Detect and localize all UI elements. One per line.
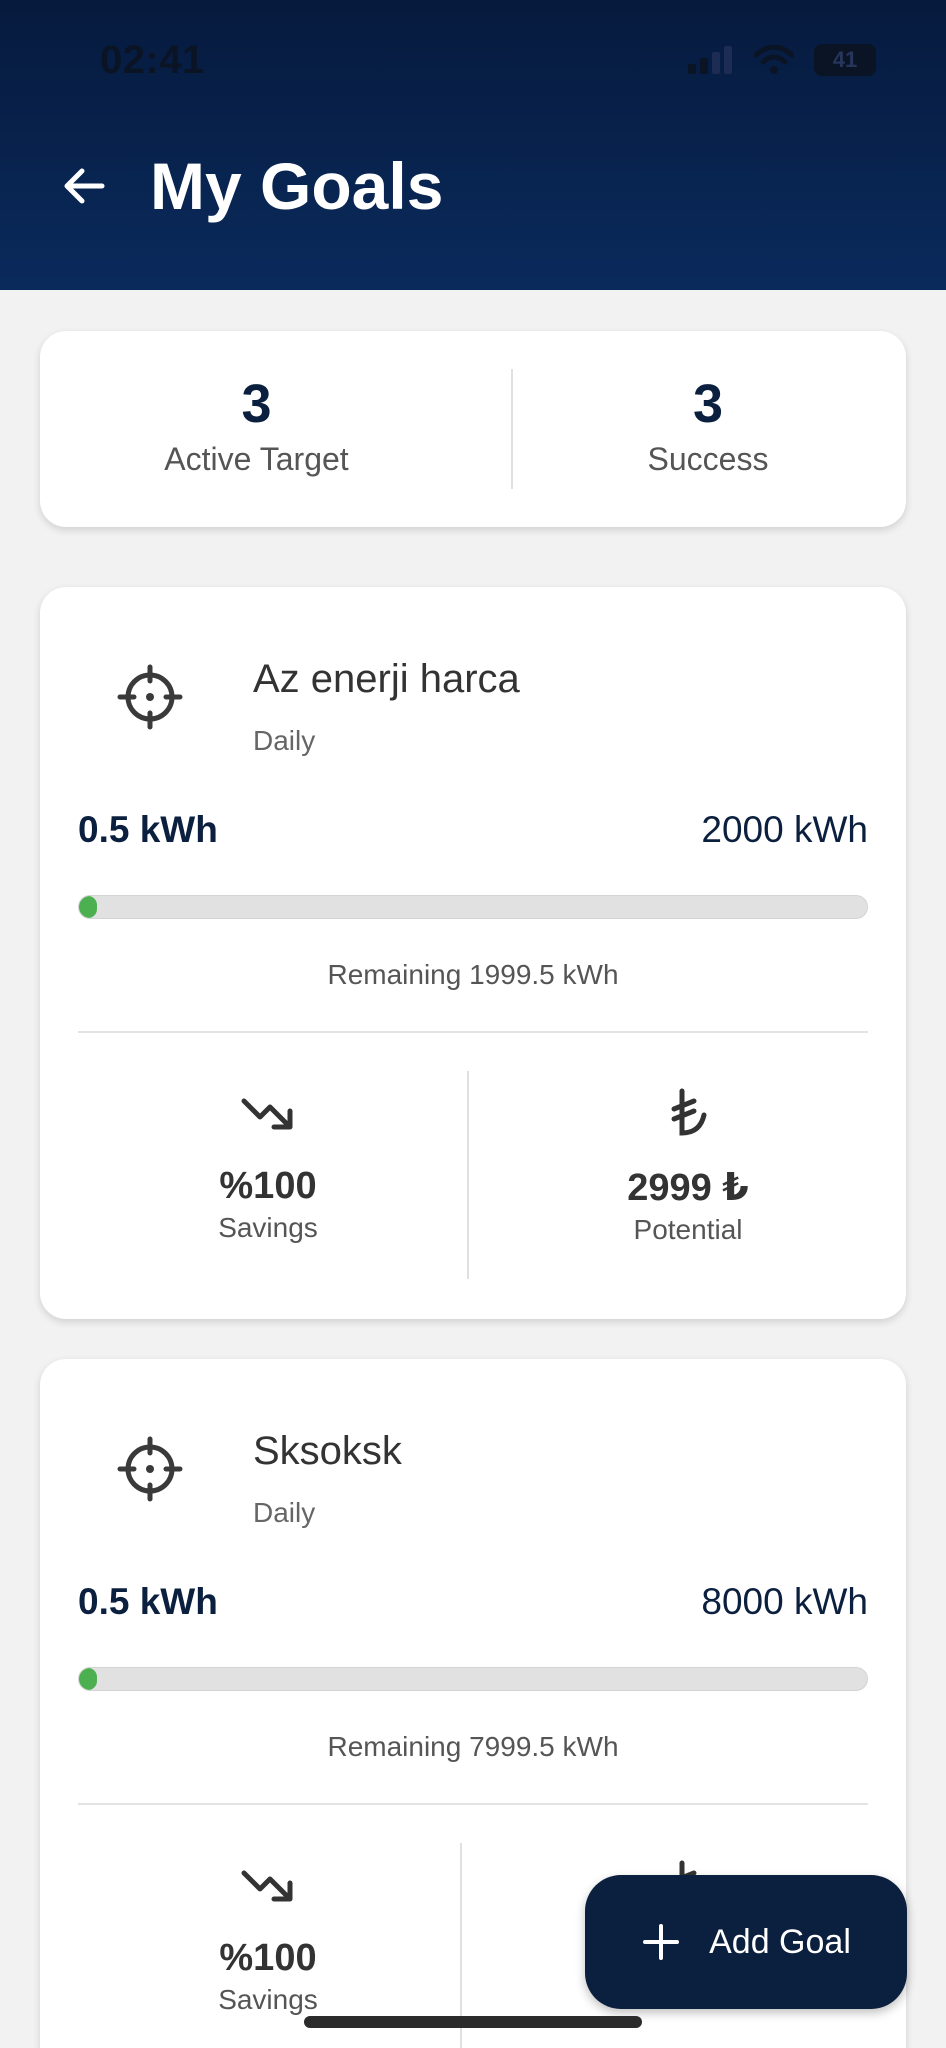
savings-label: Savings [218,1984,318,2015]
goal-progress-fill [79,1668,97,1690]
app-header: 02:41 41 My Goals [0,0,946,290]
goal-current-value: 0.5 kWh [78,1581,218,1622]
active-target-label: Active Target [164,441,349,477]
signal-icon [688,46,732,74]
goal-target-value: 2000 kWh [701,809,868,850]
goal-divider [78,1803,868,1805]
success-label: Success [647,441,769,477]
status-icons: 41 [688,44,876,76]
crosshair-icon [117,664,183,730]
goal-divider [78,1031,868,1033]
active-target-count: 3 [241,374,272,434]
potential-value: 2999 ₺ [627,1167,749,1209]
goal-progress-bar [78,1667,868,1691]
status-time: 02:41 [100,38,205,82]
back-arrow-icon[interactable] [58,160,110,212]
goal-progress-bar [78,895,868,919]
summary-card: 3 Active Target 3 Success [40,331,906,527]
success-stat: 3 Success [510,331,906,527]
active-target-stat: 3 Active Target [40,331,473,527]
add-goal-label: Add Goal [709,1922,851,1961]
battery-indicator: 41 [814,44,876,76]
potential-label: Potential [633,1214,743,1245]
goal-name: Az enerji harca [253,657,520,701]
wifi-icon [754,45,794,74]
goal-target-value: 8000 kWh [701,1581,868,1622]
page-title: My Goals [150,149,444,223]
savings-value: %100 [219,1165,317,1207]
add-goal-button[interactable]: Add Goal [585,1875,907,2009]
stat-divider [467,1071,469,1279]
goal-period: Daily [253,725,316,756]
goal-card[interactable]: Az enerji harca Daily 0.5 kWh 2000 kWh R… [40,587,906,1319]
goal-name: Sksoksk [253,1429,402,1473]
savings-stat: %100 Savings [78,1083,458,1244]
lira-icon [671,1088,707,1136]
plus-icon [643,1924,680,1960]
goal-remaining: Remaining 7999.5 kWh [327,1731,619,1762]
trending-down-icon [241,1870,293,1902]
goal-period: Daily [253,1497,316,1528]
crosshair-icon [117,1436,183,1502]
goal-progress-fill [79,896,97,918]
success-count: 3 [692,374,724,434]
home-indicator [304,2016,642,2028]
goal-current-value: 0.5 kWh [78,809,218,850]
savings-stat: %100 Savings [78,1855,458,2016]
trending-down-icon [241,1098,293,1130]
goal-remaining: Remaining 1999.5 kWh [327,959,619,990]
savings-label: Savings [218,1212,318,1243]
savings-value: %100 [219,1937,317,1979]
potential-stat: 2999 ₺ Potential [498,1083,878,1246]
